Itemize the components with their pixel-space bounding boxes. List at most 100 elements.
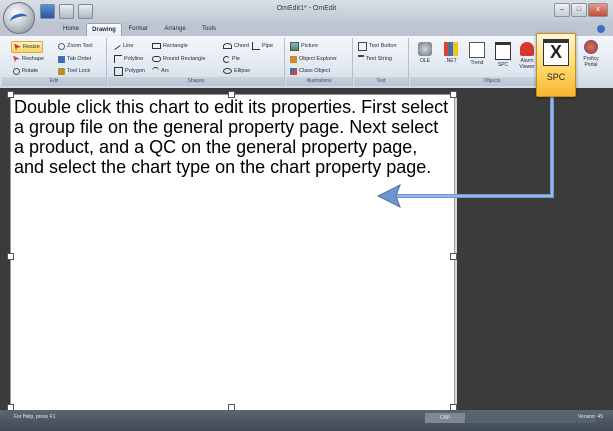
spc-icon xyxy=(495,42,511,60)
pipe-icon xyxy=(252,42,260,50)
pie-icon xyxy=(223,55,230,63)
pie-label: Pie xyxy=(232,56,240,62)
round-rectangle-button[interactable]: Round Rectangle xyxy=(152,54,206,64)
tool-lock-button[interactable]: Tool Lock xyxy=(58,66,90,76)
tab-arrange[interactable]: Arrange xyxy=(158,23,192,36)
reshape-icon xyxy=(13,55,20,63)
rotate-button[interactable]: Rotate xyxy=(13,66,38,76)
group-label-illustrations: Illustrations xyxy=(286,77,352,86)
trend-label: Trend xyxy=(470,60,484,66)
round-rectangle-label: Round Rectangle xyxy=(163,56,206,62)
chord-icon xyxy=(223,43,232,49)
tab-tools[interactable]: Tools xyxy=(196,23,222,36)
dotnet-button[interactable]: .NET xyxy=(440,40,462,76)
selection-handle-top[interactable] xyxy=(228,91,235,98)
tab-drawing[interactable]: Drawing xyxy=(86,23,122,37)
arc-button[interactable]: Arc xyxy=(152,66,169,76)
tab-home[interactable]: Home xyxy=(58,23,84,36)
status-bar: For Help, press F1 CAP Version: 45 xyxy=(0,410,613,431)
line-icon xyxy=(114,45,121,50)
title-bar: OmEdit1* - OmEdit – □ x xyxy=(0,0,613,23)
alarm-viewer-label: Alarm Viewer xyxy=(519,58,535,70)
line-button[interactable]: Line xyxy=(114,41,133,51)
ribbon-group-shapes: Line Rectangle Chord Pipe Polyline Round… xyxy=(108,38,285,86)
app-logo-icon xyxy=(8,11,30,28)
spc-button[interactable]: SPC xyxy=(492,40,514,76)
pie-button[interactable]: Pie xyxy=(223,54,240,64)
chord-button[interactable]: Chord xyxy=(223,41,249,51)
selection-handle-bottom-right[interactable] xyxy=(450,404,457,411)
application-menu-button[interactable] xyxy=(3,2,35,34)
spc-chart-object[interactable]: Double click this chart to edit its prop… xyxy=(10,94,455,420)
polyline-button[interactable]: Polyline xyxy=(114,54,143,64)
resize-label: Resize xyxy=(23,44,40,50)
tab-order-button[interactable]: Tab Order xyxy=(58,54,91,64)
selection-handle-right[interactable] xyxy=(450,253,457,260)
tab-order-label: Tab Order xyxy=(67,56,92,62)
dotnet-icon xyxy=(444,42,458,56)
window-controls: – □ x xyxy=(554,3,608,17)
object-explorer-icon xyxy=(290,55,297,63)
minimize-button[interactable]: – xyxy=(554,3,570,17)
tab-order-icon xyxy=(58,55,65,63)
drawing-canvas[interactable]: Double click this chart to edit its prop… xyxy=(0,88,613,420)
ole-icon xyxy=(418,42,432,56)
maximize-button[interactable]: □ xyxy=(571,3,587,17)
text-button-button[interactable]: Text Button xyxy=(358,41,397,51)
polygon-label: Polygon xyxy=(125,68,145,74)
magnifier-icon xyxy=(58,42,65,50)
omedit-window: OmEdit1* - OmEdit – □ x Home Drawing For… xyxy=(0,0,613,431)
alarm-bell-icon xyxy=(520,42,534,56)
spc-popout-label: SPC xyxy=(546,72,566,82)
picture-label: Picture xyxy=(301,43,319,49)
dotnet-label: .NET xyxy=(445,58,457,64)
resize-button[interactable]: Resize xyxy=(11,41,43,53)
object-explorer-button[interactable]: Object Explorer xyxy=(290,54,337,64)
selection-handle-top-right[interactable] xyxy=(450,91,457,98)
status-version: Version: 45 xyxy=(577,414,603,420)
ribbon-group-illustrations: Picture Object Explorer Class Object Ill… xyxy=(286,38,353,86)
selection-handle-top-left[interactable] xyxy=(7,91,14,98)
help-icon[interactable] xyxy=(597,25,605,33)
class-object-label: Class Object xyxy=(299,68,331,74)
proficy-portal-button[interactable]: Proficy Portal xyxy=(580,38,602,74)
lock-icon xyxy=(58,67,65,75)
polygon-icon xyxy=(114,66,123,76)
ole-label: OLE xyxy=(419,58,430,64)
class-object-button[interactable]: Class Object xyxy=(290,66,330,76)
alarm-viewer-button[interactable]: Alarm Viewer xyxy=(516,40,538,76)
selection-handle-bottom[interactable] xyxy=(228,404,235,411)
rotate-icon xyxy=(13,67,20,75)
ole-button[interactable]: OLE xyxy=(414,40,436,76)
line-label: Line xyxy=(123,43,134,49)
group-label-text: Text xyxy=(354,77,408,86)
text-button-icon xyxy=(358,41,367,51)
tab-format[interactable]: Format xyxy=(123,23,153,36)
zoom-tool-button[interactable]: Zoom Tool xyxy=(58,41,93,51)
rectangle-label: Rectangle xyxy=(163,43,188,49)
rectangle-icon xyxy=(152,43,161,49)
rectangle-button[interactable]: Rectangle xyxy=(152,41,188,51)
trend-icon xyxy=(469,42,485,58)
pipe-label: Pipe xyxy=(262,43,274,49)
group-label-edit: Edit xyxy=(2,77,106,86)
ellipse-icon xyxy=(223,68,232,74)
status-panel xyxy=(466,413,596,423)
polygon-button[interactable]: Polygon xyxy=(114,66,145,76)
ribbon-tab-bar: Home Drawing Format Arrange Tools xyxy=(0,22,613,37)
spc-button-highlighted[interactable]: X SPC xyxy=(536,33,576,97)
trend-button[interactable]: Trend xyxy=(466,40,488,76)
text-string-icon xyxy=(358,54,364,64)
tool-lock-label: Tool Lock xyxy=(67,68,91,74)
selection-handle-left[interactable] xyxy=(7,253,14,260)
selection-handle-bottom-left[interactable] xyxy=(7,404,14,411)
pipe-button[interactable]: Pipe xyxy=(252,41,273,51)
close-button[interactable]: x xyxy=(588,3,608,17)
reshape-button[interactable]: Reshape xyxy=(13,54,44,64)
chart-instructions-text: Double click this chart to edit its prop… xyxy=(14,97,449,177)
ribbon-group-edit: Resize Zoom Tool Reshape Tab Order Rotat… xyxy=(2,38,107,86)
arc-icon xyxy=(152,67,159,75)
picture-button[interactable]: Picture xyxy=(290,41,318,51)
text-string-button[interactable]: Text String xyxy=(358,54,392,64)
ellipse-button[interactable]: Ellipse xyxy=(223,66,250,76)
